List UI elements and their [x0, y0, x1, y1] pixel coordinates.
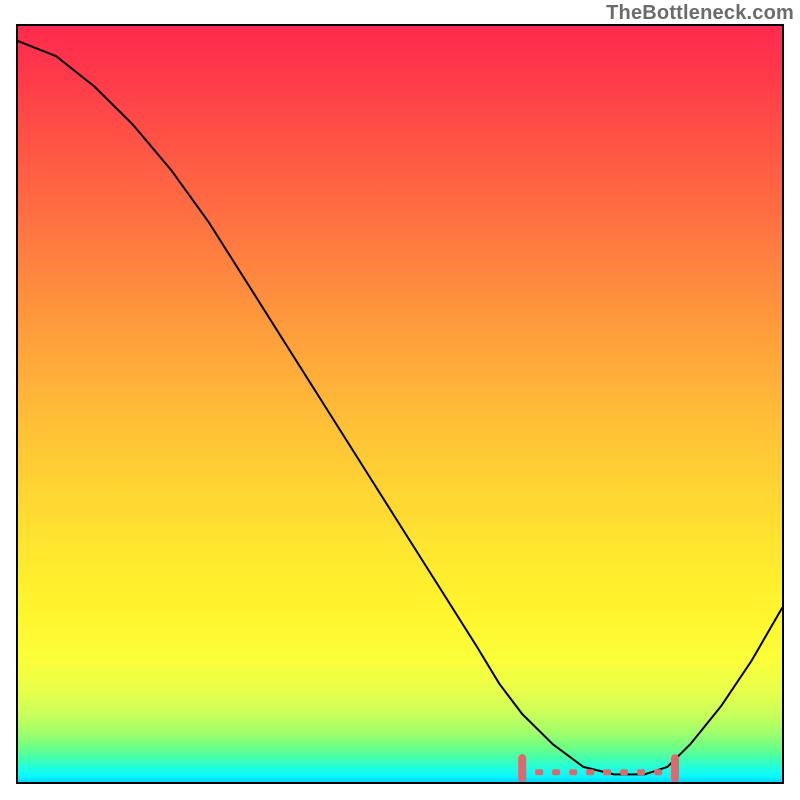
watermark-text: TheBottleneck.com: [606, 2, 794, 25]
optimal-window-dots: [518, 758, 679, 778]
chart-container: TheBottleneck.com: [0, 0, 800, 800]
curve-overlay: [18, 26, 782, 782]
plot-area: [16, 24, 784, 784]
bottleneck-curve: [18, 41, 782, 774]
